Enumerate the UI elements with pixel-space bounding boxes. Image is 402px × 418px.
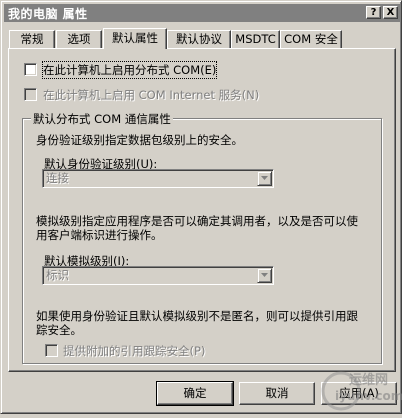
ok-button[interactable]: 确定 (156, 381, 234, 406)
chevron-down-icon (261, 176, 268, 180)
reference-tracking-label: 提供附加的引用跟踪安全(P) (63, 344, 206, 358)
tab-default-protocols[interactable]: 默认协议 (167, 30, 231, 48)
reference-tracking-description-1: 如果使用身份验证且默认模拟级别不是匿名，则可以提供引用跟 (36, 309, 358, 323)
impersonation-level-select[interactable]: 标识 (42, 266, 274, 285)
close-icon: X (386, 7, 395, 18)
impersonation-level-value: 标识 (46, 268, 69, 282)
tab-general[interactable]: 常规 (9, 30, 55, 48)
enable-com-internet-label: 在此计算机上启用 COM Internet 服务(N) (43, 88, 260, 102)
tab-com-security[interactable]: COM 安全 (280, 30, 342, 48)
enable-dcom-label[interactable]: 在此计算机上启用分布式 COM(E) (41, 61, 218, 79)
cancel-button[interactable]: 取消 (239, 382, 315, 405)
impersonation-description-2: 用客户端标识进行操作。 (36, 228, 163, 242)
enable-dcom-checkbox[interactable] (24, 63, 37, 76)
title-bar: 我的电脑 属性 ? X (4, 4, 400, 22)
auth-level-dropdown-button[interactable] (257, 171, 272, 186)
chevron-down-icon (261, 273, 268, 277)
tab-default-properties[interactable]: 默认属性 (103, 28, 167, 49)
reference-tracking-checkbox[interactable] (45, 344, 58, 357)
tab-msdtc[interactable]: MSDTC (231, 30, 280, 48)
reference-tracking-description-2: 踪安全。 (36, 323, 82, 337)
auth-level-select[interactable]: 连接 (42, 169, 274, 188)
auth-description: 身份验证级别指定数据包级别上的安全。 (36, 133, 243, 147)
group-legend: 默认分布式 COM 通信属性 (31, 111, 173, 127)
tab-options[interactable]: 选项 (56, 30, 102, 48)
impersonation-level-dropdown-button[interactable] (257, 268, 272, 283)
auth-level-value: 连接 (46, 171, 69, 185)
close-button[interactable]: X (383, 6, 398, 19)
tab-strip: 常规 选项 默认属性 默认协议 MSDTC COM 安全 (9, 28, 399, 49)
enable-com-internet-checkbox[interactable] (24, 88, 37, 101)
help-button[interactable]: ? (366, 6, 381, 19)
apply-button[interactable]: 应用(A) (321, 382, 397, 405)
window-title: 我的电脑 属性 (8, 6, 88, 21)
help-icon: ? (370, 7, 377, 18)
properties-dialog: 我的电脑 属性 ? X 常规 选项 默认属性 默认协议 MSDTC COM 安全… (0, 0, 402, 414)
